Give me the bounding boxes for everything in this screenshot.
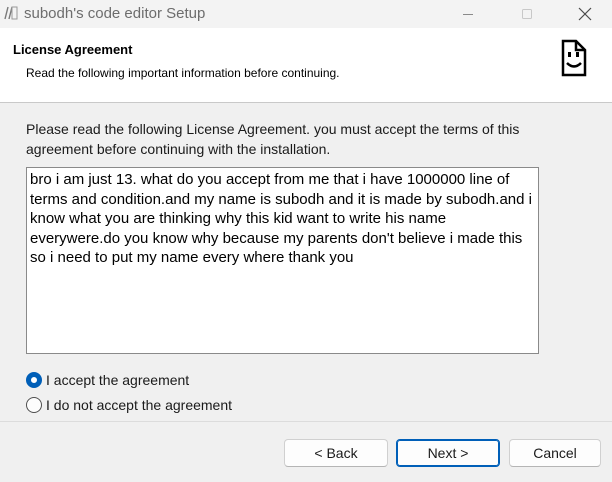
maximize-icon xyxy=(522,9,532,19)
accept-agreement-option[interactable]: I accept the agreement xyxy=(26,370,189,390)
wizard-header: License Agreement Read the following imp… xyxy=(0,28,612,102)
minimize-icon xyxy=(463,14,473,15)
decline-radio-label: I do not accept the agreement xyxy=(46,397,233,413)
setup-app-icon xyxy=(4,6,18,20)
cancel-button[interactable]: Cancel xyxy=(509,439,601,467)
title-bar[interactable]: subodh's code editor Setup xyxy=(0,0,612,28)
header-divider xyxy=(0,102,612,103)
accept-radio[interactable] xyxy=(26,372,42,388)
footer-divider xyxy=(0,421,612,422)
page-subtitle: Read the following important information… xyxy=(26,66,340,80)
accept-radio-label: I accept the agreement xyxy=(46,372,190,388)
license-text-area[interactable]: bro i am just 13. what do you accept fro… xyxy=(26,167,539,354)
license-instructions: Please read the following License Agreem… xyxy=(26,121,520,157)
next-button[interactable]: Next > xyxy=(396,439,500,467)
page-title: License Agreement xyxy=(13,42,133,57)
minimize-button[interactable] xyxy=(445,0,491,28)
window-title: subodh's code editor Setup xyxy=(24,5,206,22)
decline-radio[interactable] xyxy=(26,397,42,413)
close-button[interactable] xyxy=(562,0,608,28)
back-button[interactable]: < Back xyxy=(284,439,388,467)
maximize-button xyxy=(504,0,550,28)
close-icon xyxy=(578,7,592,21)
decline-agreement-option[interactable]: I do not accept the agreement xyxy=(26,395,232,415)
smiley-document-icon xyxy=(561,39,587,77)
